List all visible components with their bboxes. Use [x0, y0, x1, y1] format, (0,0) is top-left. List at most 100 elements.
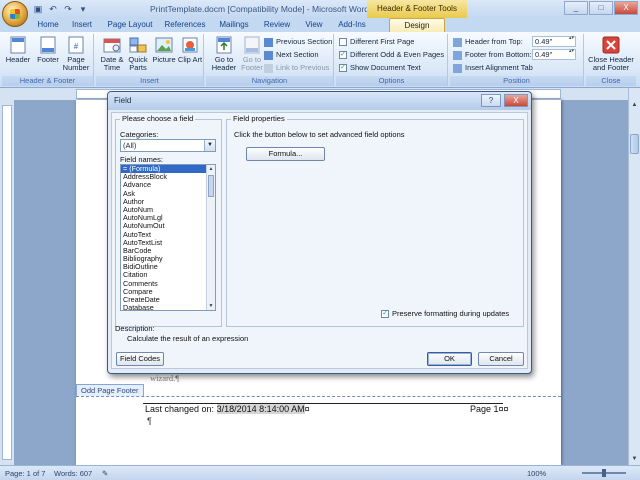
office-button[interactable]	[2, 1, 28, 27]
window-title: PrintTemplate.docm [Compatibility Mode] …	[150, 4, 370, 14]
different-odd-even-option[interactable]: ✓ Different Odd & Even Pages	[339, 49, 444, 60]
show-document-text-option[interactable]: ✓ Show Document Text	[339, 62, 421, 73]
vertical-ruler[interactable]	[2, 105, 12, 460]
calendar-icon	[103, 38, 121, 53]
status-bar: Page: 1 of 7 Words: 607 ✎ 100%	[0, 465, 640, 480]
page-number-button[interactable]: # Page Number	[60, 36, 92, 74]
group-position: Header from Top: 0.49" Footer from Botto…	[450, 34, 584, 86]
proofing-icon[interactable]: ✎	[102, 468, 108, 479]
previous-section-button[interactable]: Previous Section	[264, 36, 332, 47]
categories-dropdown[interactable]: (All) ▼	[120, 139, 216, 152]
preserve-formatting-option[interactable]: ✓ Preserve formatting during updates	[381, 309, 509, 319]
undo-icon[interactable]: ↶	[47, 3, 59, 15]
link-icon	[264, 63, 273, 73]
quick-access-toolbar: ▣ ↶ ↷ ▾	[32, 3, 89, 15]
document-body-text: wizard.¶	[150, 373, 180, 383]
tab-home[interactable]: Home	[32, 18, 64, 32]
svg-text:#: #	[74, 42, 79, 51]
status-words[interactable]: Words: 607	[54, 468, 92, 479]
field-list-scrollbar[interactable]: ▲ ▼	[206, 165, 215, 310]
description-label: Description:	[115, 324, 155, 333]
field-properties-legend: Field properties	[231, 114, 287, 123]
scroll-up-icon[interactable]: ▲	[629, 100, 640, 111]
scrollbar-thumb[interactable]	[208, 175, 214, 197]
ribbon-tabs: Home Insert Page Layout References Maili…	[0, 18, 640, 32]
header-from-top-input[interactable]: 0.49"	[532, 36, 576, 47]
close-header-footer-button[interactable]: Close Header and Footer	[588, 36, 634, 74]
dialog-help-button[interactable]: ?	[481, 94, 501, 107]
group-label-position: Position	[450, 76, 583, 86]
context-tab-title: Header & Footer Tools	[367, 0, 467, 18]
link-to-previous-button[interactable]: Link to Previous	[264, 62, 329, 73]
field-codes-button[interactable]: Field Codes	[116, 352, 164, 366]
status-page[interactable]: Page: 1 of 7	[5, 468, 45, 479]
footer-page-number[interactable]: Page 1¤¤	[470, 404, 509, 414]
tab-design[interactable]: Design	[389, 18, 445, 32]
vertical-scrollbar[interactable]: ▲ ▼	[628, 88, 640, 465]
group-label-options: Options	[336, 76, 447, 86]
next-section-button[interactable]: Next Section	[264, 49, 319, 60]
preserve-formatting-checkbox[interactable]: ✓	[381, 310, 389, 319]
formula-button[interactable]: Formula...	[246, 147, 325, 161]
footer-last-changed[interactable]: Last changed on: 3/18/2014 8:14:00 AM¤	[145, 404, 310, 414]
redo-icon[interactable]: ↷	[62, 3, 74, 15]
save-icon[interactable]: ▣	[32, 3, 44, 15]
different-first-page-option[interactable]: Different First Page	[339, 36, 414, 47]
clip-art-icon	[182, 37, 198, 53]
group-label-close: Close	[586, 76, 636, 86]
cancel-button[interactable]: Cancel	[478, 352, 524, 366]
minimize-button[interactable]: _	[564, 1, 588, 15]
categories-label: Categories:	[120, 130, 159, 139]
group-label-insert: Insert	[96, 76, 203, 86]
header-icon	[10, 36, 26, 54]
title-bar: ▣ ↶ ↷ ▾ PrintTemplate.docm [Compatibilit…	[0, 0, 640, 18]
savedate-field[interactable]: 3/18/2014 8:14:00 AM	[216, 404, 305, 414]
show-document-text-checkbox[interactable]: ✓	[339, 64, 347, 73]
status-zoom[interactable]: 100%	[527, 468, 546, 479]
footer-from-bottom-input[interactable]: 0.49"	[532, 49, 576, 60]
group-navigation: Go to Header Go to Footer Previous Secti…	[206, 34, 334, 86]
chevron-down-icon[interactable]: ▼	[204, 140, 215, 151]
tab-mailings[interactable]: Mailings	[214, 18, 254, 32]
scrollbar-thumb[interactable]	[630, 134, 639, 154]
close-window-button[interactable]: X	[614, 1, 638, 15]
dialog-body: Please choose a field Field properties C…	[111, 112, 528, 369]
field-names-items: = (Formula) AddressBlock Advance Ask Author A…	[121, 165, 215, 310]
tab-review[interactable]: Review	[258, 18, 296, 32]
group-header-footer: Header Footer # Page Number Header & Foo…	[2, 34, 94, 86]
dialog-close-button[interactable]: X	[504, 94, 528, 107]
paragraph-mark: ¶	[147, 416, 152, 426]
zoom-slider[interactable]	[582, 469, 626, 477]
quick-parts-icon	[129, 37, 147, 53]
tab-references[interactable]: References	[162, 18, 208, 32]
ok-button[interactable]: OK	[427, 352, 472, 366]
tab-insert[interactable]: Insert	[66, 18, 98, 32]
tab-page-layout[interactable]: Page Layout	[102, 18, 158, 32]
tab-add-ins[interactable]: Add-Ins	[334, 18, 370, 32]
scroll-down-icon[interactable]: ▼	[629, 454, 640, 465]
different-first-page-checkbox[interactable]	[339, 38, 347, 47]
group-insert: Date & Time Quick Parts Picture Clip Art…	[96, 34, 204, 86]
maximize-button[interactable]: □	[589, 1, 613, 15]
properties-hint: Click the button below to set advanced f…	[234, 130, 405, 139]
dialog-title: Field	[114, 96, 132, 105]
go-to-footer-icon	[244, 36, 260, 54]
scroll-down-icon[interactable]: ▼	[207, 302, 215, 310]
scroll-up-icon[interactable]: ▲	[207, 165, 215, 173]
insert-alignment-tab-button[interactable]: Insert Alignment Tab	[453, 62, 533, 73]
group-label-navigation: Navigation	[206, 76, 333, 86]
ribbon: Header Footer # Page Number Header & Foo…	[0, 32, 640, 88]
field-names-label: Field names:	[120, 155, 163, 164]
previous-section-icon	[264, 37, 273, 47]
header-button[interactable]: Header	[2, 36, 34, 74]
field-name-item[interactable]: Database	[121, 303, 215, 310]
tab-view[interactable]: View	[300, 18, 328, 32]
field-name-item[interactable]: Advance	[121, 181, 215, 189]
customize-qat-icon[interactable]: ▾	[77, 3, 89, 15]
different-odd-even-checkbox[interactable]: ✓	[339, 51, 347, 60]
field-names-list[interactable]: = (Formula) AddressBlock Advance Ask Author A…	[120, 164, 216, 311]
field-dialog: Field ? X Please choose a field Field pr…	[107, 91, 532, 374]
footer-from-bottom-label: Footer from Bottom:	[453, 49, 532, 60]
choose-field-legend: Please choose a field	[120, 114, 196, 123]
clip-art-button[interactable]: Clip Art	[174, 36, 206, 74]
